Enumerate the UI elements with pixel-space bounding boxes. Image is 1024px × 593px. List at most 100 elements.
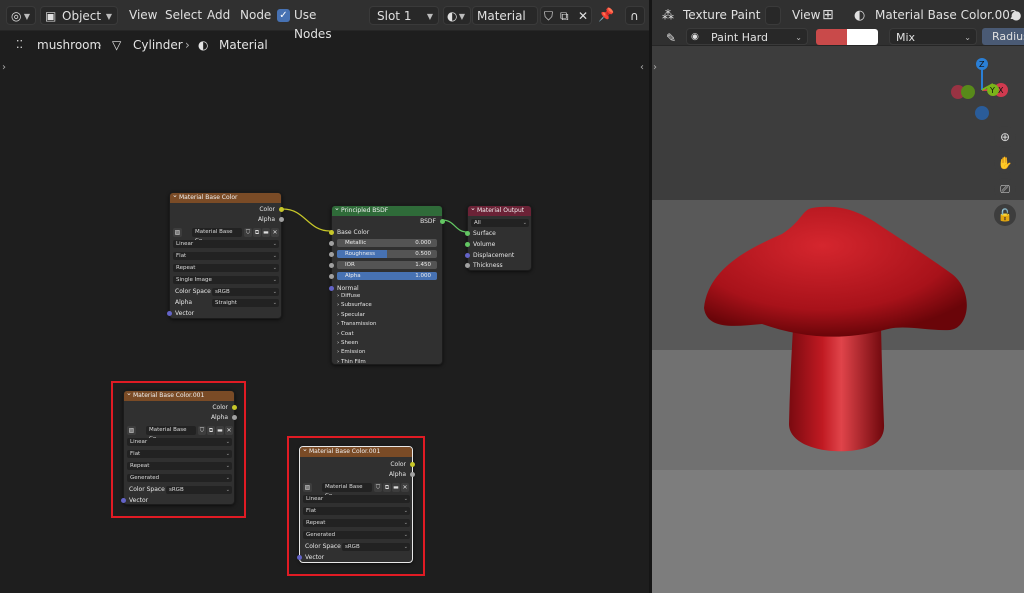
metallic-slider[interactable]: Metallic 0.000: [337, 239, 437, 247]
panel-specular[interactable]: › Specular: [337, 311, 376, 320]
radius-field[interactable]: Radius: [982, 28, 1024, 45]
3d-viewport[interactable]: ⁂ Texture Paint View ⊞ ◐ Material Base C…: [652, 0, 1024, 593]
image-browse-icon[interactable]: ▨: [303, 483, 312, 492]
image-selector[interactable]: ▨ Material Base Co... ⛉ ⧉ ▬ ✕: [173, 228, 279, 244]
interpolation-dropdown[interactable]: Linear ⌄: [303, 495, 410, 503]
projection-dropdown[interactable]: Flat ⌄: [303, 507, 410, 515]
fake-user-shield-icon[interactable]: ⛉: [244, 228, 252, 237]
mode-dropdown[interactable]: Texture Paint: [683, 6, 760, 25]
image-name[interactable]: Material Base Co...: [146, 426, 196, 442]
output-bsdf-socket[interactable]: [440, 219, 445, 224]
colorspace-dropdown[interactable]: sRGB ⌄: [212, 288, 279, 296]
duplicate-image-icon[interactable]: ⧉: [207, 426, 215, 435]
interpolation-dropdown[interactable]: Linear ⌄: [173, 240, 279, 248]
toolbar-expand-icon[interactable]: ›: [653, 62, 657, 73]
navigation-gizmo[interactable]: Z Y X: [942, 54, 1024, 134]
colorspace-dropdown[interactable]: sRGB ⌄: [166, 486, 232, 494]
node-title: Material Base Color: [170, 190, 281, 203]
lock-icon[interactable]: 🔓: [994, 204, 1016, 226]
input-metallic-socket[interactable]: [329, 241, 334, 246]
fake-user-shield-icon[interactable]: ⛉: [198, 426, 206, 435]
record-icon[interactable]: ●: [1011, 6, 1021, 25]
unlink-image-icon[interactable]: ✕: [271, 228, 279, 237]
input-volume-socket[interactable]: [465, 242, 470, 247]
panel-coat[interactable]: › Coat: [337, 330, 376, 339]
projection-dropdown[interactable]: Flat ⌄: [173, 252, 279, 260]
zoom-icon[interactable]: ⊕: [994, 126, 1016, 148]
input-displacement-socket[interactable]: [465, 253, 470, 258]
output-color-socket[interactable]: [410, 462, 415, 467]
output-color-socket[interactable]: [232, 405, 237, 410]
output-alpha-socket[interactable]: [232, 415, 237, 420]
image-texture-node-001-selected[interactable]: Material Base Color.001 Color Alpha ▨ Ma…: [297, 444, 415, 563]
panel-subsurface[interactable]: › Subsurface: [337, 301, 376, 310]
viewport-scene[interactable]: Z Y X ⊕ ✋ ⎚ 🔓 ›: [652, 46, 1024, 593]
duplicate-image-icon[interactable]: ⧉: [383, 483, 391, 492]
input-roughness-socket[interactable]: [329, 252, 334, 257]
output-target-dropdown[interactable]: All ⌄: [471, 219, 529, 227]
paint-color-swatch[interactable]: [816, 29, 847, 45]
brush-dropdown[interactable]: ◉ Paint Hard ⌄: [686, 28, 808, 45]
source-dropdown[interactable]: Single Image ⌄: [173, 276, 279, 284]
input-vector-socket[interactable]: [121, 498, 126, 503]
image-selector[interactable]: ▨ Material Base Co... ⛉ ⧉ ▬ ✕: [303, 483, 410, 499]
panel-transmission[interactable]: › Transmission: [337, 320, 376, 329]
unlink-image-icon[interactable]: ✕: [225, 426, 233, 435]
roughness-slider[interactable]: Roughness 0.500: [337, 250, 437, 258]
blend-mode-dropdown[interactable]: Mix ⌄: [889, 28, 977, 45]
gizmo-neg-z-axis[interactable]: [975, 106, 989, 120]
input-vector-socket[interactable]: [167, 311, 172, 316]
unlink-image-icon[interactable]: ✕: [401, 483, 409, 492]
panel-emission[interactable]: › Emission: [337, 348, 376, 357]
extension-dropdown[interactable]: Repeat ⌄: [127, 462, 232, 470]
input-vector-socket[interactable]: [297, 555, 302, 560]
image-texture-node-001[interactable]: Material Base Color.001 Color Alpha ▨ Ma…: [121, 388, 237, 505]
tool-settings-bar: ✎ ◉ Paint Hard ⌄ Mix ⌄ Radius: [652, 28, 1024, 46]
input-normal-socket[interactable]: [329, 286, 334, 291]
ior-slider[interactable]: IOR 1.450: [337, 261, 437, 269]
gizmo-neg-y-axis[interactable]: [961, 85, 975, 99]
input-alpha-socket[interactable]: [329, 274, 334, 279]
slots-toggle-icon[interactable]: [765, 6, 781, 25]
panel-diffuse[interactable]: › Diffuse: [337, 292, 376, 301]
image-name[interactable]: Material Base Co...: [322, 483, 372, 499]
menu-view[interactable]: View: [792, 6, 820, 25]
output-color-socket[interactable]: [279, 207, 284, 212]
secondary-color-swatch[interactable]: [847, 29, 878, 45]
open-folder-icon[interactable]: ▬: [262, 228, 270, 237]
image-browse-icon[interactable]: ▨: [127, 426, 136, 435]
input-surface-label: Surface: [473, 230, 496, 237]
duplicate-image-icon[interactable]: ⧉: [253, 228, 261, 237]
input-surface-socket[interactable]: [465, 231, 470, 236]
shader-editor[interactable]: ◎ ▼ ▣ Object ▼ View Select Add Node ✓ Us…: [0, 0, 649, 593]
output-alpha-socket[interactable]: [279, 217, 284, 222]
input-thickness-socket[interactable]: [465, 263, 470, 268]
colorspace-dropdown[interactable]: sRGB ⌄: [342, 543, 410, 551]
image-name[interactable]: Material Base Co...: [192, 228, 242, 244]
interpolation-dropdown[interactable]: Linear ⌄: [127, 438, 232, 446]
pan-hand-icon[interactable]: ✋: [994, 152, 1016, 174]
material-output-node[interactable]: Material Output All⌄ Surface Volume Disp…: [465, 203, 532, 271]
uv-grid-icon[interactable]: ⊞: [822, 6, 834, 25]
output-alpha-socket[interactable]: [410, 472, 415, 477]
panel-sheen[interactable]: › Sheen: [337, 339, 376, 348]
input-ior-socket[interactable]: [329, 263, 334, 268]
open-folder-icon[interactable]: ▬: [216, 426, 224, 435]
camera-icon[interactable]: ⎚: [994, 178, 1016, 200]
image-selector[interactable]: ▨ Material Base Co... ⛉ ⧉ ▬ ✕: [127, 426, 233, 442]
image-texture-node[interactable]: Material Base Color Color Alpha ▨ Materi…: [167, 190, 284, 319]
open-folder-icon[interactable]: ▬: [392, 483, 400, 492]
panel-thin-film[interactable]: › Thin Film: [337, 358, 376, 367]
projection-dropdown[interactable]: Flat ⌄: [127, 450, 232, 458]
alpha-slider[interactable]: Alpha 1.000: [337, 272, 437, 280]
source-dropdown[interactable]: Generated ⌄: [303, 531, 410, 539]
input-base-color-socket[interactable]: [329, 230, 334, 235]
image-browse-icon[interactable]: ▨: [173, 228, 182, 237]
alpha-mode-dropdown[interactable]: Straight ⌄: [212, 299, 279, 307]
source-dropdown[interactable]: Generated ⌄: [127, 474, 232, 482]
principled-bsdf-node[interactable]: Principled BSDF BSDF Base Color Metallic…: [329, 203, 445, 367]
extension-dropdown[interactable]: Repeat ⌄: [173, 264, 279, 272]
image-dropdown[interactable]: Material Base Color.002: [875, 6, 1018, 25]
extension-dropdown[interactable]: Repeat ⌄: [303, 519, 410, 527]
fake-user-shield-icon[interactable]: ⛉: [374, 483, 382, 492]
